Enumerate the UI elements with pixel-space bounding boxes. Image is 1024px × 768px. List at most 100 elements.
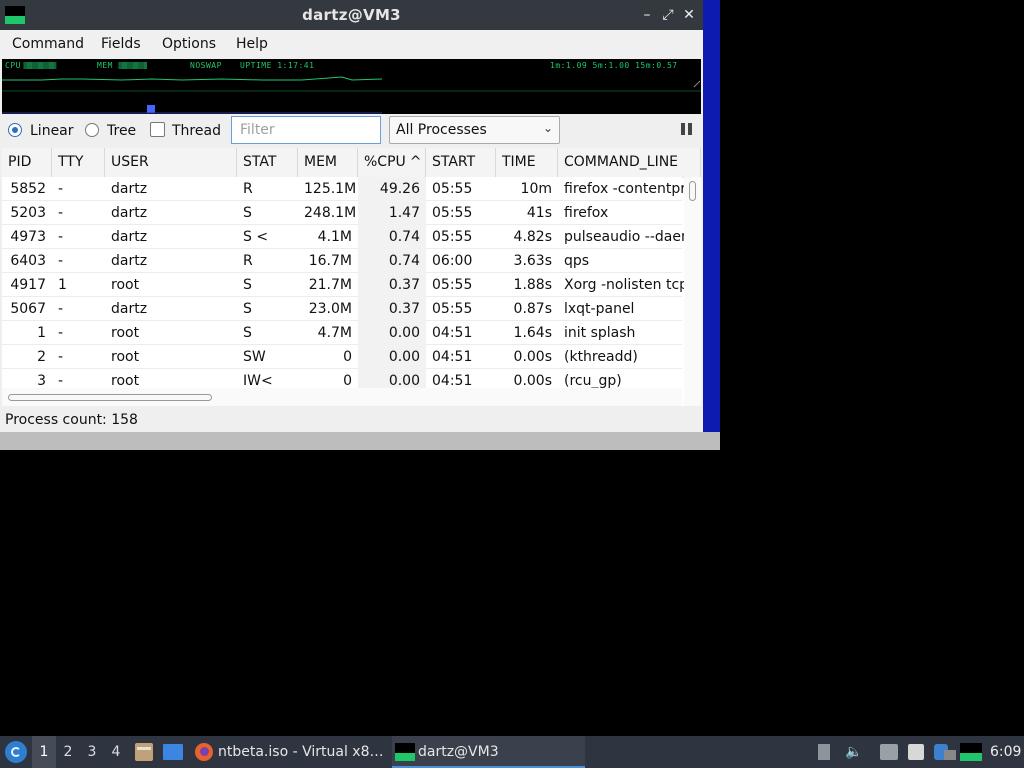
desktop-background [703, 0, 720, 432]
col-start-cell: 05:55 [432, 181, 473, 197]
workspace-4[interactable]: 4 [104, 736, 128, 768]
col-time-cell: 4.82s [513, 229, 552, 245]
col-cpu-cell: 0.37 [358, 297, 426, 321]
volume-icon[interactable]: 🔈 [845, 744, 862, 760]
thread-label[interactable]: Thread [172, 123, 221, 139]
col-pid-cell: 4917 [10, 277, 46, 293]
menu-fields[interactable]: Fields [101, 36, 141, 52]
taskbar: 1 2 3 4 ntbeta.iso - Virtual x8… dartz@V… [0, 736, 1024, 768]
col-start-cell: 05:55 [432, 277, 473, 293]
task-qps[interactable]: dartz@VM3 [392, 736, 585, 768]
workspace-3[interactable]: 3 [80, 736, 104, 768]
col-user-cell: dartz [111, 205, 148, 221]
col-tty-cell: - [58, 253, 64, 269]
col-user-header[interactable]: USER [105, 148, 237, 177]
table-row[interactable]: 5067- dartz S 23.0M 0.37 05:55 0.87s lxqt-panel [2, 297, 682, 321]
start-menu-button[interactable] [5, 741, 27, 763]
col-stat-header[interactable]: STAT [237, 148, 298, 177]
title-bar[interactable]: dartz@VM3 – ⤢ ✕ [0, 0, 703, 30]
col-mem-cell: 23.0M [308, 301, 352, 317]
task-label: ntbeta.iso - Virtual x8… [218, 744, 384, 760]
qps-tray-icon[interactable] [960, 743, 982, 761]
table-row[interactable]: 6403- dartz R 16.7M 0.74 06:00 3.63s qps [2, 249, 682, 273]
col-user-cell: root [111, 349, 140, 365]
task-label: dartz@VM3 [418, 744, 499, 760]
col-pid-cell: 5203 [10, 205, 46, 221]
workspace-2[interactable]: 2 [56, 736, 80, 768]
tree-radio[interactable] [85, 123, 99, 137]
table-row[interactable]: 4917 1 root S 21.7M 0.37 05:55 1.88s Xorg -nolis… [2, 273, 688, 297]
table-row[interactable]: 5852- dartz R 125.1M 49.26 05:55 10m firefox -c… [2, 177, 701, 201]
graph-resize-grip[interactable] [693, 80, 701, 88]
col-user-cell: dartz [111, 253, 148, 269]
col-start-cell: 05:55 [432, 205, 473, 221]
graph-uptime-label: UPTIME 1:17:41 [240, 61, 315, 70]
col-tty-cell: 1 [58, 277, 67, 293]
col-cpu-cell: 0.37 [358, 273, 426, 297]
graph-load-bar [147, 105, 155, 113]
col-cpu-header[interactable]: %CPU ^ [358, 148, 426, 177]
column-header-label: STAT [243, 154, 277, 170]
vertical-scrollbar[interactable] [684, 177, 701, 406]
column-header-label: MEM [304, 154, 338, 170]
col-cpu-cell: 49.26 [358, 177, 426, 201]
graph-noswap-label: NOSWAP [190, 61, 222, 70]
column-header-label: TTY [58, 154, 84, 170]
close-button[interactable]: ✕ [679, 5, 699, 25]
linear-radio[interactable] [8, 123, 22, 137]
col-tty-header[interactable]: TTY [52, 148, 105, 177]
menu-bar: Command Fields Options Help [0, 30, 703, 59]
horizontal-scroll-thumb[interactable] [8, 394, 212, 401]
col-mem-header[interactable]: MEM [298, 148, 358, 177]
menu-help[interactable]: Help [236, 36, 268, 52]
horizontal-scrollbar[interactable] [2, 388, 682, 406]
workspace-1[interactable]: 1 [32, 736, 56, 768]
col-pid-header[interactable]: PID [2, 148, 52, 177]
col-stat-cell: SW [243, 349, 266, 365]
show-desktop-icon[interactable] [163, 744, 183, 760]
minimize-button[interactable]: – [637, 5, 657, 25]
column-header-label: %CPU [364, 154, 406, 170]
clipboard-icon[interactable] [908, 744, 924, 760]
eject-icon[interactable] [818, 744, 830, 760]
table-row[interactable]: 2- root SW 0 0.00 04:51 0.00s (kthreadd) [2, 345, 682, 369]
desktop-strip [0, 432, 720, 450]
col-command-line-header[interactable]: COMMAND_LINE [558, 148, 701, 177]
table-row[interactable]: 1- root S 4.7M 0.00 04:51 1.64s init splash [2, 321, 682, 345]
menu-command[interactable]: Command [12, 36, 84, 52]
filter-input[interactable] [231, 116, 381, 144]
col-command-line-cell: Xorg -nolisten tcp [564, 277, 689, 293]
col-time-header[interactable]: TIME [496, 148, 558, 177]
table-header: PID TTY USER STAT MEM %CPU ^ START TIME COMMAND_L… [2, 148, 701, 178]
col-command-line-cell: firefox -contentproc [564, 181, 701, 197]
col-stat-cell: S [243, 277, 252, 293]
clock[interactable]: 6:09 [990, 736, 1021, 768]
file-manager-icon[interactable] [135, 743, 153, 761]
column-header-label: START [432, 154, 476, 170]
qps-icon [395, 743, 415, 761]
thread-checkbox[interactable] [150, 122, 165, 137]
col-time-cell: 3.63s [513, 253, 552, 269]
table-row[interactable]: 5203- dartz S 248.1M 1.47 05:55 41s firefox [2, 201, 682, 225]
drive-icon[interactable] [944, 750, 956, 760]
linear-label[interactable]: Linear [30, 123, 74, 139]
process-filter-select[interactable]: All Processes ⌄ [389, 116, 560, 144]
chevron-down-icon: ⌄ [542, 121, 553, 135]
col-tty-cell: - [58, 181, 64, 197]
col-stat-cell: R [243, 253, 253, 269]
col-command-line-cell: init splash [564, 325, 636, 341]
vertical-scroll-thumb[interactable] [689, 181, 696, 201]
col-start-header[interactable]: START [426, 148, 496, 177]
col-user-cell: dartz [111, 229, 148, 245]
menu-options[interactable]: Options [162, 36, 216, 52]
pause-button[interactable] [680, 122, 694, 136]
network-icon[interactable] [880, 744, 898, 760]
graph-mem-label: MEM [97, 61, 113, 70]
task-virtualbox[interactable]: ntbeta.iso - Virtual x8… [192, 736, 387, 768]
maximize-button[interactable]: ⤢ [658, 5, 678, 25]
col-cpu-cell: 1.47 [358, 201, 426, 225]
col-mem-cell: 4.1M [317, 229, 352, 245]
table-row[interactable]: 4973- dartz S < 4.1M 0.74 05:55 4.82s pulseaudi… [2, 225, 701, 249]
sort-ascending-icon: ^ [409, 154, 422, 170]
tree-label[interactable]: Tree [107, 123, 136, 139]
